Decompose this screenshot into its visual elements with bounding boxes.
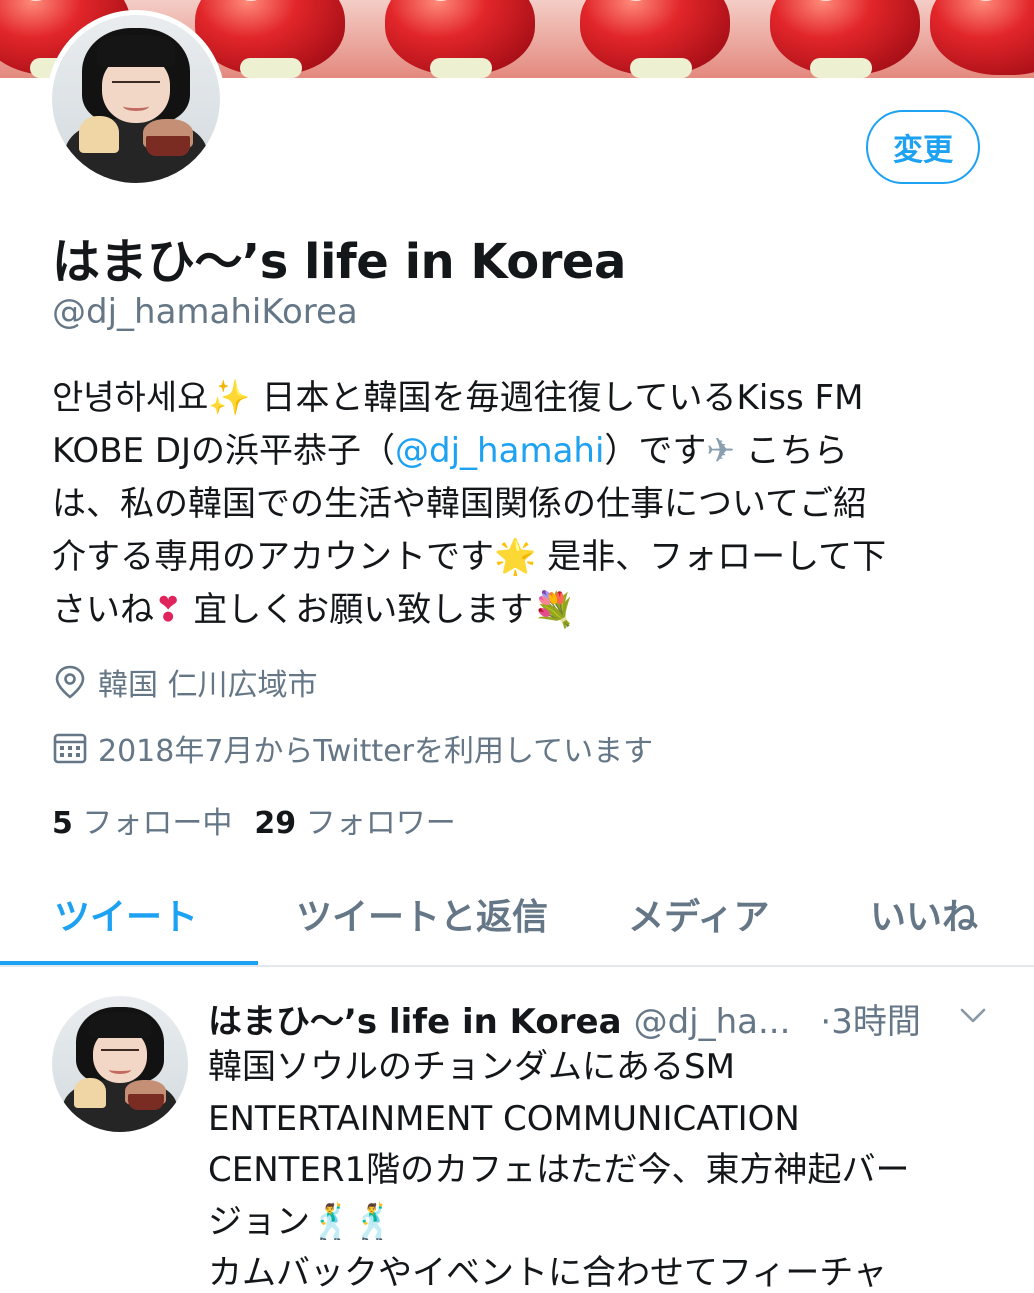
tweet-header: はまひ〜’s life in Korea @dj_ha... ·3時間 <box>208 994 921 1043</box>
airplane-emoji-icon: ✈ <box>706 431 735 471</box>
tab-tweets-and-replies[interactable]: ツイートと返信 <box>296 888 548 940</box>
tweet-line: 韓国ソウルのチョンダムにあるSM <box>208 1047 735 1087</box>
bio-line: さいね❣ 宜しくお願い致します💐 <box>52 584 1012 637</box>
bio-line: KOBE DJの浜平恭子（@dj_hamahi）です✈ こちら <box>52 425 1012 478</box>
tweet-text: 韓国ソウルのチョンダムにあるSM ENTERTAINMENT COMMUNICA… <box>208 1042 1008 1293</box>
tweet-line: CENTER1階のカフェはただ今、東方神起バー <box>208 1150 910 1190</box>
dancing-man-emoji-icon: 🕺🕺 <box>310 1201 395 1242</box>
profile-tabs: ツイート ツイートと返信 メディア いいね <box>0 870 1034 966</box>
location-pin-icon <box>52 664 88 700</box>
follow-stats: 5 フォロー中 29 フォロワー <box>52 798 456 842</box>
bouquet-emoji-icon: 💐 <box>533 590 576 630</box>
profile-avatar[interactable] <box>47 10 225 188</box>
profile-location: 韓国 仁川広域市 <box>52 660 318 704</box>
followers-label: フォロワー <box>305 806 456 841</box>
followers-link[interactable]: 29 フォロワー <box>254 806 455 841</box>
profile-handle: @dj_hamahiKorea <box>52 292 358 332</box>
calendar-icon <box>52 730 88 766</box>
mention-link[interactable]: @dj_hamahi <box>395 431 604 471</box>
profile-joined-date: 2018年7月からTwitterを利用しています <box>52 726 653 770</box>
tab-tweets[interactable]: ツイート <box>54 888 198 940</box>
banner-stick <box>430 58 492 78</box>
strawberry-image <box>930 0 1034 75</box>
tab-likes[interactable]: いいね <box>870 888 978 940</box>
bio-line: 안녕하세요✨ 日本と韓国を毎週往復しているKiss FM <box>52 372 1012 425</box>
tweet-line: ENTERTAINMENT COMMUNICATION <box>208 1098 800 1139</box>
tweet-author-name[interactable]: はまひ〜’s life in Korea <box>208 994 622 1043</box>
tweet-author-handle[interactable]: @dj_ha... <box>634 1002 791 1042</box>
tweet-timestamp[interactable]: ·3時間 <box>820 994 920 1043</box>
heart-exclamation-emoji-icon: ❣ <box>154 590 183 630</box>
tweet-line: カムバックやイベントに合わせてフィーチャ <box>208 1253 887 1293</box>
chevron-down-icon[interactable] <box>958 1000 988 1030</box>
glowing-star-emoji-icon: 🌟 <box>494 537 537 577</box>
tweet-line: ジョン🕺🕺 <box>208 1197 1008 1249</box>
banner-stick <box>240 58 302 78</box>
sparkles-emoji-icon: ✨ <box>208 378 251 418</box>
tab-media[interactable]: メディア <box>628 888 769 940</box>
profile-display-name: はまひ〜’s life in Korea <box>52 234 626 290</box>
bio-line: 介する専用のアカウントです🌟 是非、フォローして下 <box>52 531 1012 584</box>
following-label: フォロー中 <box>82 806 233 841</box>
tweet-author-avatar[interactable] <box>52 996 188 1132</box>
edit-profile-button[interactable]: 変更 <box>866 110 980 184</box>
following-link[interactable]: 5 フォロー中 <box>52 806 232 841</box>
banner-stick <box>810 58 872 78</box>
banner-stick <box>630 58 692 78</box>
profile-bio: 안녕하세요✨ 日本と韓国を毎週往復しているKiss FM KOBE DJの浜平恭… <box>52 372 1012 637</box>
following-count: 5 <box>52 806 73 841</box>
divider <box>0 965 1034 967</box>
followers-count: 29 <box>254 806 297 841</box>
bio-line: は、私の韓国での生活や韓国関係の仕事についてご紹 <box>52 484 867 524</box>
